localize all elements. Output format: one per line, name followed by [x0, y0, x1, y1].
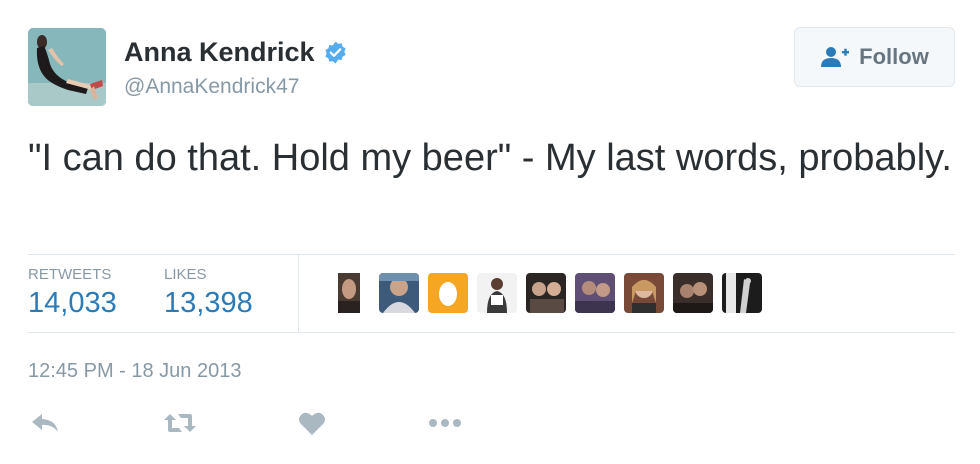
likers-avatars: [330, 273, 762, 313]
follow-button-label: Follow: [859, 44, 929, 69]
user-handle[interactable]: @AnnaKendrick47: [124, 75, 299, 99]
likes-count: 13,398: [164, 287, 253, 319]
tweet-card: Anna Kendrick @AnnaKendrick47 Follow "I …: [0, 0, 980, 464]
liker-avatar[interactable]: [330, 273, 370, 313]
user-name[interactable]: Anna Kendrick: [124, 37, 348, 68]
retweets-stat[interactable]: RETWEETS 14,033: [28, 266, 117, 320]
divider-top: [28, 254, 955, 255]
liker-avatar[interactable]: [477, 273, 517, 313]
user-name-text: Anna Kendrick: [124, 37, 315, 67]
liker-avatar[interactable]: [722, 273, 762, 313]
likes-stat[interactable]: LIKES 13,398: [164, 266, 253, 320]
tweet-timestamp[interactable]: 12:45 PM - 18 Jun 2013: [28, 360, 241, 383]
tweet-text: "I can do that. Hold my beer" - My last …: [28, 137, 952, 179]
retweet-icon[interactable]: [163, 408, 197, 438]
retweets-label: RETWEETS: [28, 266, 112, 283]
likes-label: LIKES: [164, 266, 207, 283]
liker-avatar[interactable]: [428, 273, 468, 313]
liker-avatar[interactable]: [673, 273, 713, 313]
like-heart-icon[interactable]: [295, 408, 329, 438]
more-options-icon[interactable]: [428, 408, 462, 438]
liker-avatar[interactable]: [575, 273, 615, 313]
avatar[interactable]: [28, 28, 106, 106]
retweets-count: 14,033: [28, 287, 117, 319]
add-user-icon: [821, 47, 850, 67]
liker-avatar[interactable]: [624, 273, 664, 313]
liker-avatar[interactable]: [379, 273, 419, 313]
stats-vertical-divider: [298, 254, 299, 332]
divider-bottom: [28, 332, 955, 333]
follow-button[interactable]: Follow: [794, 27, 955, 87]
reply-icon[interactable]: [28, 408, 62, 438]
verified-badge-icon: [323, 40, 348, 65]
liker-avatar[interactable]: [526, 273, 566, 313]
